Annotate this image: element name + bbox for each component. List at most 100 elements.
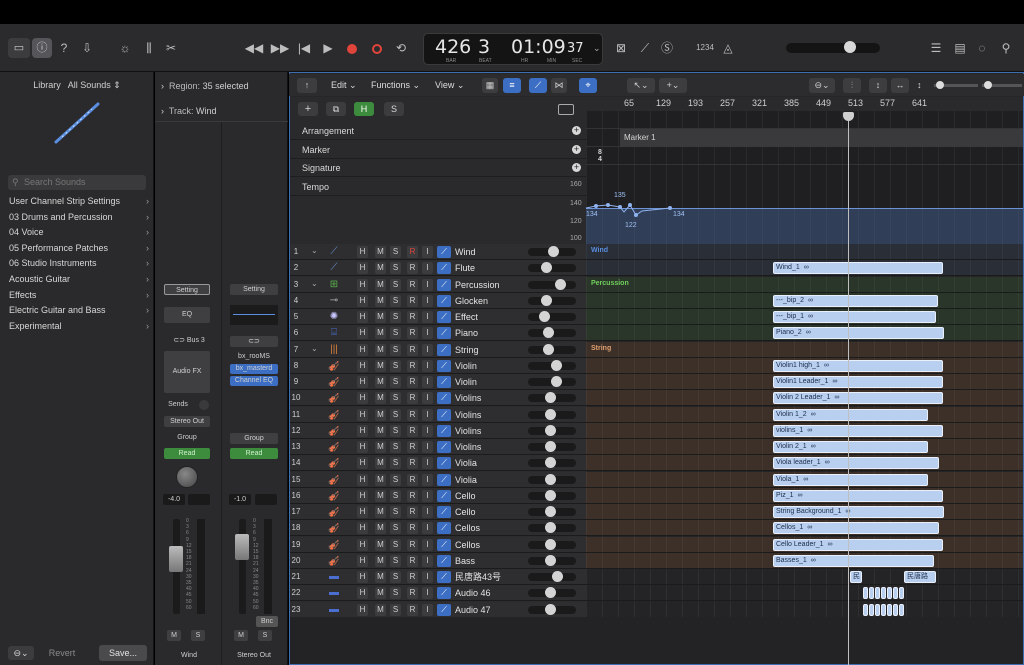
global-track-tempo[interactable]: Tempo [290,178,586,196]
track-input-monitor-button[interactable]: I [422,278,433,291]
track-volume-knob[interactable] [545,506,556,517]
list-view-icon[interactable]: ≡ [503,78,521,93]
lcd-display[interactable]: 426 3 01:09 37 BAR BEAT HR MIN SEC ⌄ [423,33,603,65]
automation-mode-icon[interactable]: ⟋ [437,376,451,388]
region[interactable]: 民 [850,571,862,583]
audio-region-segment[interactable] [869,587,874,600]
track-record-enable-button[interactable]: R [407,441,418,453]
strip1-volume-readout[interactable]: -4.0 [163,494,185,505]
audio-region-segment[interactable] [893,603,898,616]
automation-icon[interactable]: ⟋ [529,78,547,93]
track-volume-slider[interactable] [528,538,576,550]
track-solo-button[interactable]: S [390,587,401,600]
track-input-monitor-button[interactable]: I [422,262,433,275]
region[interactable]: 民唐路 [904,571,936,583]
region[interactable]: Viola leader_1 ∞ [773,457,939,470]
cycle-icon[interactable]: ⟲ [392,38,410,58]
audio-region-segment[interactable] [875,603,880,616]
audio-region-segment[interactable] [863,603,868,616]
track-hide-button[interactable]: H [357,603,368,616]
strip1-output-slot[interactable]: Stereo Out [164,416,210,427]
track-record-enable-button[interactable]: R [407,473,418,486]
tempo-lane[interactable]: 134 135 122 134 [586,165,1023,244]
action-menu-icon[interactable]: ⊖⌄ [8,646,34,660]
secondary-tool-icon[interactable]: +⌄ [659,78,687,93]
track-solo-button[interactable]: S [390,359,401,372]
forward-icon[interactable]: ▶▶ [270,38,290,58]
track-record-enable-button[interactable]: R [407,457,418,470]
inspector-icon[interactable]: ⓘ [32,38,52,58]
track-volume-knob[interactable] [545,408,556,420]
track-record-enable-button[interactable]: R [407,246,418,258]
track-name[interactable]: Audio 46 [455,585,491,601]
library-item[interactable]: 04 Voice › [9,225,149,240]
track-volume-slider[interactable] [528,571,576,582]
track-volume-slider[interactable] [528,278,576,290]
library-item[interactable]: 05 Performance Patches › [9,241,149,256]
audio-region-segment[interactable] [887,587,892,600]
audio-region-segment[interactable] [869,603,874,616]
automation-mode-icon[interactable]: ⟋ [437,311,451,323]
strip2-eq-thumbnail[interactable] [230,305,278,325]
track-hide-button[interactable]: H [357,571,368,583]
track-volume-knob[interactable] [545,554,556,566]
region[interactable]: ---_bip_2 ∞ [773,294,938,307]
track-input-monitor-button[interactable]: I [422,424,433,437]
track-volume-slider[interactable] [528,311,576,322]
track-volume-slider[interactable] [528,506,576,517]
library-item[interactable]: Effects › [9,288,149,303]
replace-icon[interactable]: ⊠ [612,38,630,58]
track-header[interactable]: 4 ⊸ H M S R I ⟋ Glocken [290,292,586,309]
edit-menu[interactable]: Edit ⌄ [331,77,357,93]
track-hide-button[interactable]: H [357,359,368,372]
track-volume-knob[interactable] [545,392,556,404]
track-record-enable-button[interactable]: R [407,587,418,600]
track-hide-button[interactable]: H [357,408,368,421]
library-item[interactable]: Experimental › [9,319,149,334]
track-solo-button[interactable]: S [390,376,401,388]
track-mute-button[interactable]: M [375,587,386,600]
track-mute-button[interactable]: M [375,506,386,518]
automation-mode-icon[interactable]: ⟋ [437,424,451,437]
rewind-icon[interactable]: ◀◀ [244,38,264,58]
hide-tracks-button[interactable]: H [354,102,374,116]
list-editors-icon[interactable]: ☰ [928,38,944,58]
track-input-monitor-button[interactable]: I [422,457,433,470]
track-volume-knob[interactable] [543,327,554,339]
strip2-link-button[interactable]: ⊂⊃ [230,336,278,347]
track-input-monitor-button[interactable]: I [422,408,433,421]
pointer-tool-icon[interactable]: ↖⌄ [627,78,655,93]
track-name[interactable]: Violin [455,374,477,390]
strip2-fx3[interactable]: Channel EQ [230,376,278,386]
track-record-enable-button[interactable]: R [407,571,418,583]
track-record-enable-button[interactable]: R [407,294,418,307]
track-name[interactable]: Audio 47 [455,602,491,618]
global-solo-button[interactable]: S [384,102,404,116]
track-volume-slider[interactable] [528,489,576,501]
track-input-monitor-button[interactable]: I [422,343,433,356]
track-volume-knob[interactable] [555,278,566,290]
track-solo-button[interactable]: S [390,294,401,307]
track-volume-slider[interactable] [528,376,576,387]
automation-mode-icon[interactable]: ⟋ [437,359,451,372]
region[interactable]: Piano_2 ∞ [773,327,944,340]
time-signature[interactable]: 8 4 [598,149,602,163]
track-volume-knob[interactable] [548,246,559,257]
track-input-monitor-button[interactable]: I [422,294,433,307]
automation-mode-icon[interactable]: ⟋ [437,392,451,405]
track-header[interactable]: 8 🎻 H M S R I ⟋ Violin [290,357,586,374]
strip1-solo-button[interactable]: S [191,630,205,641]
strip2-volume-fader[interactable] [235,534,249,560]
track-hide-button[interactable]: H [357,376,368,388]
track-volume-knob[interactable] [539,311,550,322]
track-volume-slider[interactable] [528,262,576,274]
automation-mode-icon[interactable]: ⟋ [437,278,451,291]
track-input-monitor-button[interactable]: I [422,522,433,535]
track-hide-button[interactable]: H [357,278,368,291]
vertical-zoom-slider[interactable] [934,81,978,89]
track-name[interactable]: Violins [455,390,481,406]
track-record-enable-button[interactable]: R [407,262,418,275]
strip2-volume-readout[interactable]: -1.0 [229,494,251,505]
fit-zoom-icon[interactable]: ↔ [891,78,909,93]
add-global-item-icon[interactable]: + [572,126,581,135]
